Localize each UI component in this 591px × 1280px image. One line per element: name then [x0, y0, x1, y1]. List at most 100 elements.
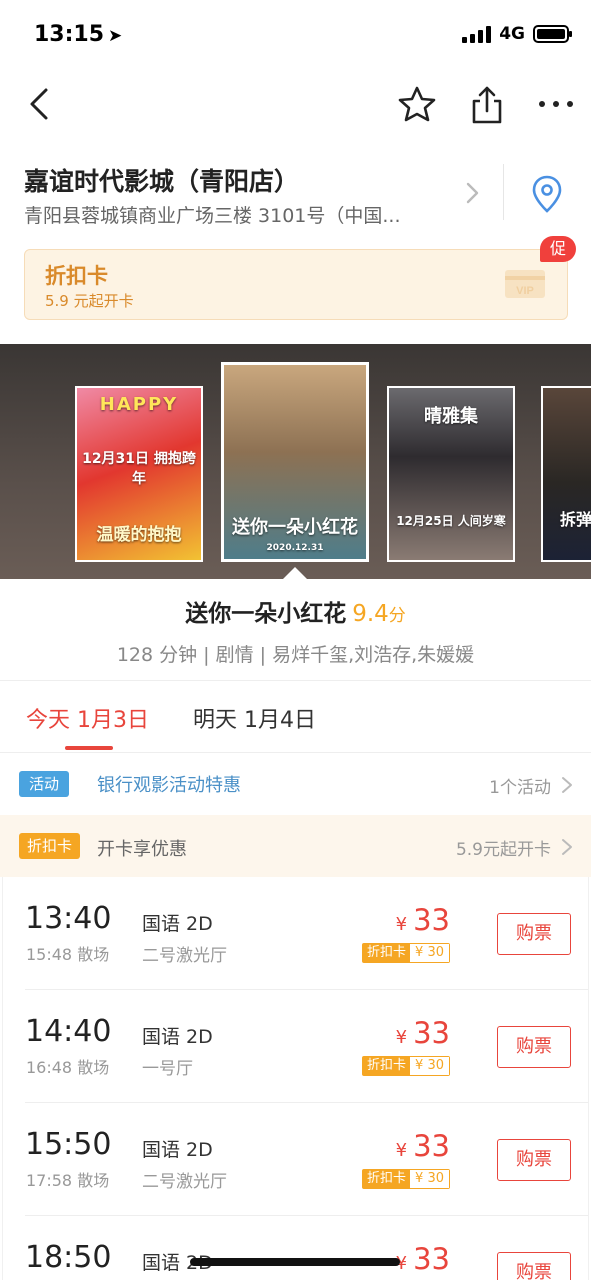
showtime-row[interactable]: 15:50 17:58 散场 国语 2D 二号激光厅 ¥33 折扣卡 ¥ 30 购… [3, 1103, 588, 1216]
date-tabs: 今天 1月3日 明天 1月4日 [0, 682, 591, 752]
status-time-text: 13:15 [34, 22, 105, 47]
poster-caption: 温暖的抱抱 [96, 525, 182, 545]
movie-poster-selected[interactable]: 送你一朵小红花 2020.12.31 [221, 362, 369, 562]
start-time: 18:50 [25, 1240, 112, 1275]
showtime-row[interactable]: 13:40 15:48 散场 国语 2D 二号激光厅 ¥33 折扣卡 ¥ 30 购… [3, 877, 588, 990]
movie-poster[interactable]: HAPPY 12月31日 拥抱跨年 温暖的抱抱 [75, 386, 203, 562]
price-value: 33 [413, 1242, 450, 1276]
card-price-value: ¥ 30 [410, 1057, 449, 1075]
movie-score: 9.4 [352, 601, 389, 627]
price: ¥33 [396, 1242, 450, 1276]
cinema-address: 青阳县蓉城镇商业广场三楼 3101号（中国... [24, 205, 401, 227]
card-price-label: 折扣卡 [363, 1170, 411, 1188]
movie-title: 送你一朵小红花 [185, 601, 347, 627]
end-time: 17:58 散场 [26, 1171, 110, 1190]
promo-badge: 促 [540, 236, 576, 262]
status-bar: 13:15 ➤ 4G [0, 0, 591, 70]
discount-card-row[interactable]: 折扣卡 开卡享优惠 5.9元起开卡 [0, 815, 591, 877]
start-time: 14:40 [25, 1014, 112, 1049]
price-value: 33 [413, 903, 450, 937]
movie-poster[interactable]: 晴雅集 12月25日 人间岁寒 [387, 386, 515, 562]
divider [0, 680, 591, 681]
activity-tag: 活动 [19, 771, 70, 797]
favorite-star-icon[interactable] [396, 84, 438, 126]
hall-name: 二号激光厅 [142, 946, 227, 966]
buy-ticket-button[interactable]: 购票 [497, 1139, 571, 1181]
activity-count: 1个活动 [489, 778, 551, 798]
card-price-label: 折扣卡 [363, 944, 411, 962]
movie-poster[interactable]: 拆弹 [541, 386, 591, 562]
hall-name: 一号厅 [142, 1059, 193, 1079]
poster-caption: 送你一朵小红花 [232, 517, 358, 538]
price-value: 33 [413, 1016, 450, 1050]
vip-text: VIP [516, 285, 534, 297]
currency: ¥ [395, 914, 408, 935]
poster-carousel[interactable]: HAPPY 12月31日 拥抱跨年 温暖的抱抱 送你一朵小红花 2020.12.… [0, 344, 591, 579]
buy-ticket-button[interactable]: 购票 [497, 1252, 571, 1280]
discount-card-price: 5.9元起开卡 [455, 840, 551, 860]
network-type: 4G [499, 24, 525, 44]
buy-ticket-button[interactable]: 购票 [497, 913, 571, 955]
more-options-icon[interactable] [536, 92, 576, 116]
status-time: 13:15 ➤ [34, 22, 122, 47]
card-price-label: 折扣卡 [363, 1057, 411, 1075]
tab-today[interactable]: 今天 1月3日 [26, 702, 149, 734]
movie-info: 送你一朵小红花 9.4分 128 分钟 | 剧情 | 易烊千玺,刘浩存,朱媛媛 [0, 594, 591, 668]
price-value: 33 [413, 1129, 450, 1163]
discount-card-title: 折扣卡 [45, 264, 108, 288]
score-unit: 分 [388, 606, 406, 626]
activity-text[interactable]: 银行观影活动特惠 [97, 771, 241, 797]
language-format: 国语 2D [142, 913, 213, 935]
battery-icon [533, 25, 572, 43]
movie-meta: 128 分钟 | 剧情 | 易烊千玺,刘浩存,朱媛媛 [116, 644, 475, 666]
home-indicator [190, 1258, 400, 1266]
end-time: 16:48 散场 [26, 1058, 110, 1077]
nav-bar [0, 70, 591, 140]
card-price-tag: 折扣卡 ¥ 30 [362, 1056, 450, 1076]
signal-icon [462, 25, 492, 43]
divider [503, 164, 504, 220]
poster-caption: 拆弹 [559, 510, 591, 529]
discount-card-banner[interactable]: 折扣卡 5.9 元起开卡 VIP [24, 249, 568, 320]
status-right: 4G [462, 24, 572, 44]
tab-tomorrow[interactable]: 明天 1月4日 [193, 702, 316, 734]
start-time: 13:40 [25, 901, 112, 936]
vip-card-icon: VIP [505, 270, 545, 298]
language-format: 国语 2D [142, 1139, 213, 1161]
currency: ¥ [395, 1140, 408, 1161]
movie-title-row: 送你一朵小红花 9.4分 [0, 594, 591, 628]
share-icon[interactable] [466, 84, 508, 126]
price: ¥33 [396, 1129, 450, 1163]
buy-ticket-button[interactable]: 购票 [497, 1026, 571, 1068]
cinema-name: 嘉谊时代影城（青阳店） [24, 167, 300, 196]
selected-indicator [283, 567, 307, 579]
poster-caption: HAPPY [99, 394, 179, 415]
activity-row[interactable]: 活动 银行观影活动特惠 1个活动 [0, 753, 591, 815]
hall-name: 二号激光厅 [142, 1172, 227, 1192]
discount-card-text: 开卡享优惠 [97, 839, 187, 860]
cinema-info[interactable]: 嘉谊时代影城（青阳店） 青阳县蓉城镇商业广场三楼 3101号（中国... [0, 150, 591, 236]
card-price-value: ¥ 30 [410, 1170, 449, 1188]
poster-caption: 晴雅集 [424, 406, 478, 427]
price: ¥33 [396, 903, 450, 937]
card-price-tag: 折扣卡 ¥ 30 [362, 943, 450, 963]
showtime-row[interactable]: 18:50 国语 2D ¥33 购票 [3, 1216, 588, 1280]
showtime-list: 13:40 15:48 散场 国语 2D 二号激光厅 ¥33 折扣卡 ¥ 30 购… [2, 877, 589, 1280]
location-arrow-icon: ➤ [108, 26, 123, 46]
map-pin-icon[interactable] [530, 174, 564, 214]
end-time: 15:48 散场 [26, 945, 110, 964]
discount-card-subtitle: 5.9 元起开卡 [45, 292, 134, 310]
chevron-right-icon[interactable] [561, 775, 573, 795]
poster-caption: 12月25日 人间岁寒 [396, 514, 506, 528]
showtime-row[interactable]: 14:40 16:48 散场 国语 2D 一号厅 ¥33 折扣卡 ¥ 30 购票 [3, 990, 588, 1103]
poster-caption: 2020.12.31 [266, 543, 324, 553]
discount-card-tag: 折扣卡 [19, 833, 81, 859]
poster-caption: 12月31日 拥抱跨年 [82, 451, 196, 487]
language-format: 国语 2D [142, 1026, 213, 1048]
currency: ¥ [395, 1027, 408, 1048]
back-icon[interactable] [24, 84, 60, 124]
chevron-right-icon[interactable] [561, 837, 573, 857]
card-price-value: ¥ 30 [410, 944, 449, 962]
chevron-right-icon[interactable] [462, 180, 482, 206]
start-time: 15:50 [25, 1127, 112, 1162]
